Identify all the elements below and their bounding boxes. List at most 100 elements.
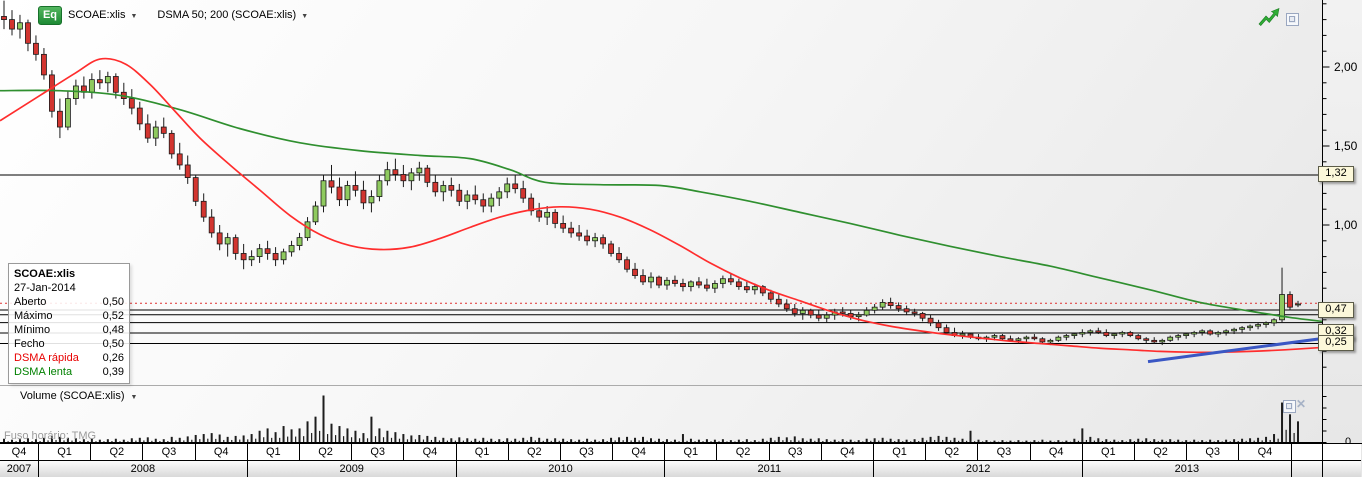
volume-bar-minor [350,437,353,443]
equity-badge: Eq [38,5,62,25]
candle-body [743,286,750,291]
symbol-selector[interactable]: SCOAE:xlis ▼ [68,9,137,21]
price-tag: 0,25 [1318,335,1354,352]
volume-bar-minor [303,436,305,443]
candle-body [775,298,782,305]
candle-body [224,237,231,245]
volume-bar [1089,436,1092,443]
volume-bar [562,438,565,443]
candle-body [1215,332,1222,335]
volume-bar [346,428,349,443]
volume-bar [618,437,621,443]
tooltip-row: DSMA rápida 0,26 [14,352,124,364]
candle-body [424,167,431,183]
volume-bar [889,438,892,443]
candle-body [1055,336,1062,341]
candle-body [1183,333,1190,336]
volume-bar [466,438,469,443]
candle-body [991,335,998,338]
candle-body [855,314,862,318]
candle-body [552,211,559,224]
chevron-down-icon[interactable]: ▼ [130,11,137,20]
chevron-down-icon[interactable]: ▼ [301,11,308,20]
candle-body [432,181,439,193]
volume-bar [881,437,884,443]
candle-body [184,164,191,179]
candle-body [735,281,742,288]
restore-pane-icon[interactable] [1286,13,1299,26]
volume-bar [266,428,269,443]
volume-bar [490,438,493,443]
volume-bar [650,438,652,443]
volume-header[interactable]: Volume (SCOAE:xlis) ▼ [20,390,137,402]
price-axis-label: 1,50 [1334,139,1358,153]
tooltip-row: DSMA lenta 0,39 [14,366,124,378]
volume-bar [146,437,149,443]
price-chart-plot[interactable]: 2,00 1,50 1,00 [0,0,1362,385]
chevron-down-icon[interactable]: ▼ [131,392,138,401]
year-label: 2010 [455,461,665,477]
candle-body [496,191,503,199]
volume-bar [322,395,325,443]
close-pane-icon[interactable]: ✕ [1296,397,1306,411]
volume-bar [657,438,660,443]
volume-bar [290,429,293,443]
candle-body [1239,327,1245,330]
candle-body [136,107,143,125]
quarter-blank [1290,444,1322,461]
candle-body [65,98,71,128]
candle-body [1031,336,1038,340]
candle-body [1039,338,1046,343]
candle-body [815,314,822,319]
volume-bar [1145,438,1148,443]
trend-arrow-icon[interactable] [1258,7,1280,27]
candle-body [1223,330,1230,333]
volume-bar [402,434,405,443]
candle-body [656,276,662,286]
volume-bar [530,436,533,443]
volume-bar [642,436,645,443]
candle-body [57,110,63,128]
candle-body [680,283,686,288]
quarter-label: Q2 [925,444,978,461]
candle-body [304,221,311,239]
volume-bar [1297,421,1299,443]
candle-body [104,76,111,84]
restore-pane-icon[interactable] [1283,400,1296,413]
candle-body [440,185,447,193]
candle-body [272,253,279,261]
volume-bar-minor [334,435,337,443]
volume-bar [626,436,629,443]
tooltip-row: Fecho 0,50 [14,338,124,350]
volume-bar [1241,438,1244,443]
candle-body [1151,339,1158,343]
candle-body [863,309,870,316]
volume-bar [1289,414,1292,443]
candle-body [1103,332,1110,337]
indicator-selector[interactable]: DSMA 50; 200 (SCOAE:xlis) ▼ [157,9,308,21]
volume-bar [250,434,253,443]
volume-chart-plot[interactable] [0,385,1362,443]
candle-body [416,167,423,174]
candle-body [176,153,183,166]
timezone-watermark: Fuso horário: TMG [4,430,97,442]
volume-bar-minor [398,438,401,443]
volume-bar [873,438,876,443]
candle-body [1167,336,1174,341]
volume-bar-minor [311,432,313,443]
volume-bar [506,438,509,443]
quarter-label: Q2 [1133,444,1187,461]
volume-bar-minor [319,430,321,443]
volume-bar [242,435,245,443]
candle-body [871,306,878,311]
candle-body [1191,332,1198,335]
volume-bar [1073,438,1076,443]
candle-body [576,232,583,237]
volume-bar [921,437,924,443]
price-axis-label: 1,00 [1334,218,1358,232]
quarter-label: Q3 [351,444,404,461]
axis-corner [1321,461,1361,477]
candle-body [248,256,255,261]
volume-bar [945,436,948,443]
candle-body [408,172,415,182]
